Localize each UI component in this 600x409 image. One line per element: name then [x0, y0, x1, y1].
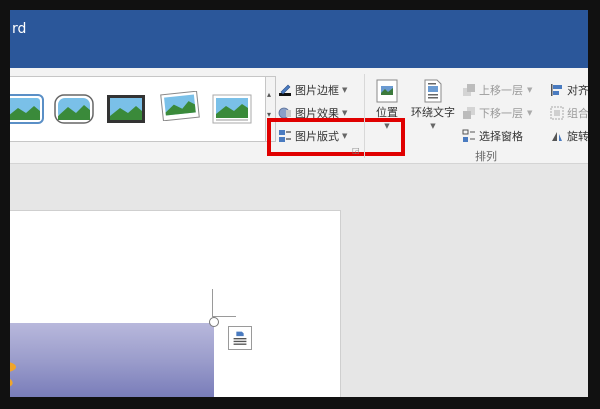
flower-image — [10, 362, 16, 387]
picture-style-thumbnail[interactable] — [160, 91, 200, 121]
arrange-group-title: 排列 — [475, 150, 497, 163]
picture-border-button[interactable]: 图片边框 ▼ — [278, 80, 347, 100]
chevron-down-icon: ▼ — [342, 109, 348, 117]
send-backward-button[interactable]: 下移一层 ▼ — [462, 103, 532, 123]
bring-forward-icon — [462, 83, 476, 97]
chevron-down-icon: ▼ — [384, 122, 390, 130]
margin-corner-mark — [212, 289, 236, 317]
align-button[interactable]: 对齐 — [550, 80, 588, 100]
ribbon: ▴ ▾ ▿ 图片边框 ▼ 图片效果 ▼ 图片版式 ▼ ◲ 位置 ▼ 环绕文字 ▼… — [10, 68, 588, 164]
layout-options-button[interactable] — [228, 326, 252, 350]
chevron-down-icon: ▼ — [430, 122, 436, 130]
align-icon — [550, 83, 564, 97]
chevron-down-icon: ▼ — [342, 86, 348, 94]
selection-pane-button[interactable]: 选择窗格 — [462, 126, 523, 146]
pencil-border-icon — [278, 83, 292, 97]
layout-options-icon — [233, 331, 247, 345]
picture-style-thumbnail[interactable] — [10, 94, 44, 124]
rotate-button[interactable]: 旋转 — [550, 126, 588, 146]
picture-style-thumbnail[interactable] — [212, 94, 252, 124]
document-page — [10, 210, 341, 397]
group-divider — [364, 74, 365, 158]
picture-style-thumbnail[interactable] — [54, 94, 94, 124]
rotate-icon — [550, 129, 564, 143]
position-icon — [375, 78, 399, 104]
selected-picture[interactable] — [10, 323, 214, 397]
wrap-text-icon — [421, 78, 445, 104]
word-window: rd ▴ ▾ ▿ 图片边框 ▼ 图片效果 ▼ 图片版式 ▼ ◲ 位置 ▼ 环绕文… — [10, 10, 588, 397]
bring-forward-button[interactable]: 上移一层 ▼ — [462, 80, 532, 100]
position-button[interactable]: 位置 ▼ — [370, 78, 404, 130]
group-button[interactable]: 组合 — [550, 103, 588, 123]
window-title: rd — [12, 21, 27, 37]
chevron-down-icon: ▼ — [527, 109, 533, 117]
resize-handle[interactable] — [209, 317, 219, 327]
selection-pane-icon — [462, 129, 476, 143]
picture-style-thumbnail[interactable] — [106, 94, 146, 124]
document-area — [10, 165, 588, 397]
chevron-down-icon: ▼ — [527, 86, 533, 94]
picture-styles-gallery — [10, 76, 266, 142]
dialog-launcher-icon[interactable]: ◲ — [352, 146, 360, 155]
title-bar: rd — [10, 10, 588, 68]
scroll-up-icon[interactable]: ▴ — [267, 91, 271, 99]
wrap-text-button[interactable]: 环绕文字 ▼ — [408, 78, 458, 130]
group-icon — [550, 106, 564, 120]
send-backward-icon — [462, 106, 476, 120]
